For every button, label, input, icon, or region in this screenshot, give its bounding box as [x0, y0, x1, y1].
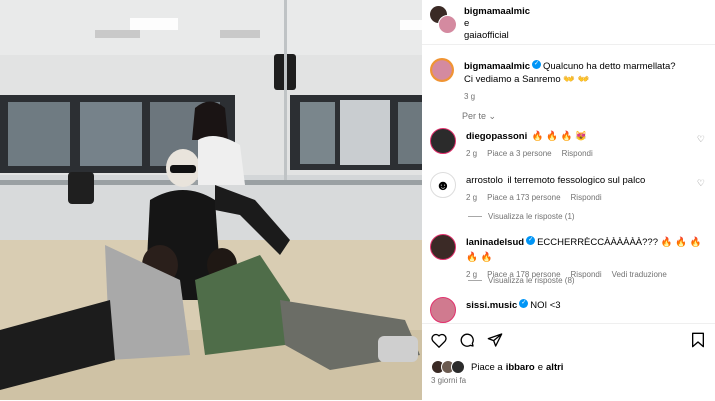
divider	[468, 216, 482, 217]
share-icon[interactable]	[487, 332, 503, 348]
divider	[468, 280, 482, 281]
caption: bigmamaalmic ✓ Qualcuno ha detto marmellat…	[430, 58, 676, 103]
collab-avatars[interactable]	[430, 6, 457, 34]
comment-item: laninadelsud ✓ ECCHERRÈCCÀÀÀÀÀÀ??? 🔥 🔥 🔥 🔥…	[430, 234, 715, 281]
heart-icon[interactable]	[431, 333, 447, 348]
avatar[interactable]	[430, 297, 456, 323]
comment-text: NOI <3	[530, 300, 561, 311]
comment-text: 🔥 🔥 🔥 😻	[531, 131, 587, 142]
comment-icon[interactable]	[459, 332, 475, 348]
caption-time: 3 g	[464, 92, 476, 101]
reply-button[interactable]: Rispondi	[571, 268, 602, 281]
chevron-down-icon: ⌄	[488, 111, 497, 121]
view-replies-label: Visualizza le risposte (1)	[488, 212, 575, 221]
avatar	[451, 360, 465, 374]
likes-others[interactable]: altri	[546, 362, 563, 373]
divider	[422, 44, 715, 45]
reply-button[interactable]: Rispondi	[562, 147, 593, 160]
comment-likes[interactable]: Piace a 173 persone	[487, 191, 560, 204]
verified-icon: ✓	[532, 60, 541, 70]
comments-panel: bigmamaalmic e gaiaofficial bigmamaalmic…	[422, 0, 715, 401]
view-replies[interactable]: Visualizza le risposte (8)	[468, 276, 575, 285]
caption-text: Qualcuno ha detto marmellata?	[543, 61, 676, 72]
comment-item: sissi.music ✓ NOI <3	[430, 297, 561, 323]
caption-text-line2: Ci vediamo a Sanremo 👐 👐	[464, 74, 590, 85]
comment-time: 2 g	[466, 149, 478, 158]
likes-prefix: Piace a	[471, 361, 503, 373]
comment-username[interactable]: arrostolo	[466, 175, 503, 186]
dance-studio-photo	[0, 0, 422, 400]
translate-link[interactable]: Vedi traduzione	[612, 268, 667, 281]
likes-and: e	[537, 361, 544, 373]
comment-username[interactable]: laninadelsud	[466, 237, 524, 248]
comment-item: ☻ arrostolo il terremoto fessologico sul…	[430, 172, 645, 204]
action-bar: Piace a ibbaro e altri 3 giorni fa	[422, 323, 715, 401]
likes-summary[interactable]: Piace a ibbaro e altri	[431, 360, 563, 374]
comment-item: diegopassoni 🔥 🔥 🔥 😻 2 g Piace a 3 perso…	[430, 128, 593, 160]
comment-text: il terremoto fessologico sul palco	[507, 175, 646, 186]
header-collab-username[interactable]: gaiaofficial	[464, 30, 530, 42]
caption-username[interactable]: bigmamaalmic	[464, 61, 530, 72]
bookmark-icon[interactable]	[691, 332, 705, 348]
comment-username[interactable]: sissi.music	[466, 300, 517, 311]
view-replies-label: Visualizza le risposte (8)	[488, 276, 575, 285]
comment-username[interactable]: diegopassoni	[466, 131, 527, 142]
avatar[interactable]	[430, 234, 456, 260]
comment-time: 2 g	[466, 193, 478, 202]
avatar[interactable]	[430, 58, 454, 82]
heart-icon[interactable]: ♡	[697, 134, 705, 145]
verified-icon: ✓	[526, 236, 536, 246]
avatar[interactable]	[430, 128, 456, 154]
avatar	[438, 15, 457, 34]
comment-likes[interactable]: Piace a 3 persone	[487, 147, 552, 160]
heart-icon[interactable]: ♡	[697, 178, 705, 189]
comment-filter[interactable]: Per te ⌄	[462, 111, 496, 122]
view-replies[interactable]: Visualizza le risposte (1)	[468, 212, 575, 221]
header-username[interactable]: bigmamaalmic	[464, 6, 530, 18]
avatar[interactable]: ☻	[430, 172, 456, 198]
header-separator: e	[464, 18, 470, 29]
post-time: 3 giorni fa	[431, 376, 467, 385]
verified-icon: ✓	[519, 299, 529, 309]
post-header: bigmamaalmic e gaiaofficial	[430, 6, 530, 42]
likes-user[interactable]: ibbaro	[506, 362, 535, 373]
reply-button[interactable]: Rispondi	[571, 191, 602, 204]
filter-label: Per te	[462, 111, 487, 121]
post-photo	[0, 0, 422, 400]
